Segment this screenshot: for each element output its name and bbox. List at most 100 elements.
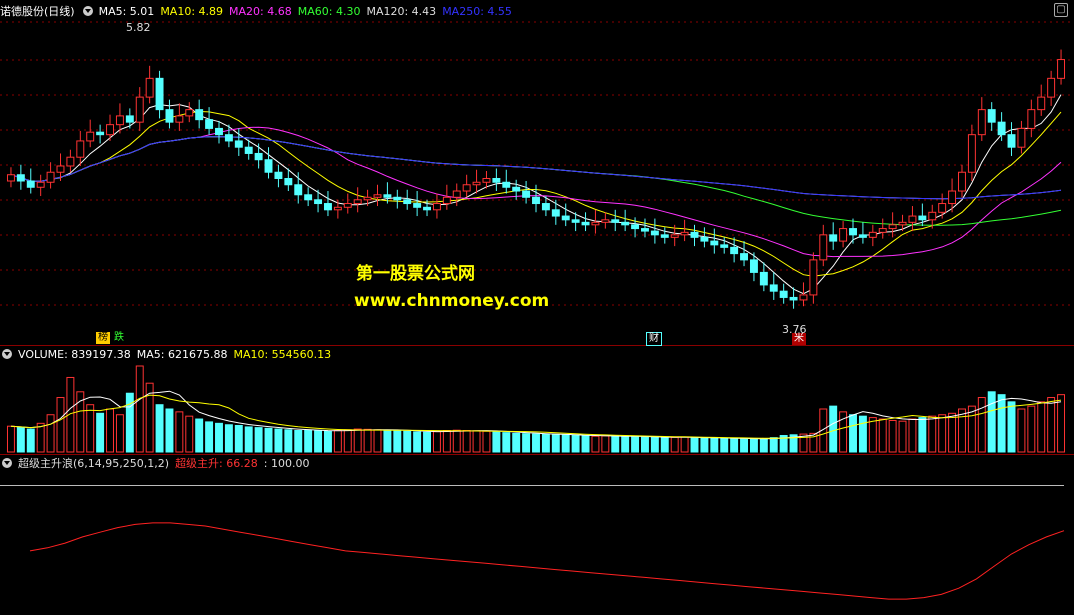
tag-mi[interactable]: 米	[792, 333, 806, 345]
candle-body	[125, 115, 134, 123]
candle-body	[670, 234, 679, 238]
candle-body	[234, 140, 243, 148]
candle-body	[710, 240, 719, 246]
candle-body	[244, 146, 253, 154]
volume-bar	[849, 414, 857, 453]
volume-bar	[264, 427, 273, 453]
volume-bar	[403, 430, 412, 453]
tag-cai[interactable]: 财	[646, 332, 662, 346]
volume-bar	[413, 431, 422, 453]
candle-body	[551, 209, 560, 217]
volume-bar	[759, 438, 768, 453]
candle-body	[66, 156, 75, 167]
candle-body	[888, 224, 897, 230]
candle-body	[581, 221, 590, 226]
volume-bar	[205, 421, 214, 453]
candle-body	[809, 259, 818, 296]
volume-bar	[244, 426, 253, 453]
candle-body	[145, 77, 154, 98]
candle-body	[373, 194, 382, 198]
candle-body	[46, 171, 55, 183]
candle-body	[423, 206, 431, 211]
tag-die[interactable]: 跌	[112, 332, 126, 344]
volume-bar	[977, 397, 986, 453]
volume-bar	[224, 424, 233, 453]
tag-bang[interactable]: 榜	[96, 332, 110, 344]
volume-bar	[482, 430, 491, 453]
candle-body	[541, 203, 550, 211]
volume-bar	[967, 405, 976, 453]
candle-body	[452, 190, 461, 198]
candle-body	[660, 234, 669, 238]
volume-bar	[472, 430, 481, 453]
volume-bar	[888, 419, 897, 453]
candle-body	[948, 190, 957, 205]
volume-bar	[571, 435, 580, 453]
volume-bar	[591, 435, 600, 453]
volume-bar	[373, 429, 382, 453]
volume-bar	[1027, 405, 1036, 453]
candle-body	[819, 234, 828, 261]
volume-bar	[284, 429, 293, 453]
candle-body	[155, 77, 164, 111]
volume-bar	[938, 414, 947, 453]
volume-bar	[135, 365, 144, 453]
candle-body	[403, 199, 412, 205]
volume-bar	[442, 430, 451, 453]
volume-bar	[650, 436, 659, 453]
candle-body	[512, 186, 521, 192]
volume-bar	[16, 427, 25, 453]
volume-bar	[353, 428, 362, 453]
volume-bar	[155, 404, 164, 453]
volume-bar	[234, 424, 243, 453]
volume-bar	[720, 437, 729, 453]
candle-body	[730, 246, 739, 255]
volume-bar	[1047, 397, 1056, 453]
indicator-line	[29, 522, 1065, 600]
candle-body	[205, 119, 214, 129]
candle-body	[294, 184, 303, 196]
candle-body	[532, 196, 540, 205]
volume-bar	[581, 435, 590, 453]
candle-body	[611, 219, 620, 223]
volume-bar	[522, 433, 531, 453]
volume-bar	[997, 394, 1006, 453]
volume-bar	[423, 431, 431, 453]
volume-bar	[115, 414, 124, 453]
candle-body	[1027, 109, 1036, 129]
volume-bar	[393, 430, 402, 453]
watermark-line1: 第一股票公式网	[356, 264, 475, 284]
candle-body	[779, 290, 788, 298]
candle-body	[849, 228, 857, 236]
candle-body	[482, 178, 491, 183]
candle-body	[1037, 96, 1046, 111]
candle-body	[829, 234, 838, 242]
candle-body	[789, 296, 798, 301]
volume-bar	[740, 438, 749, 453]
candle-body	[1007, 134, 1016, 148]
candle-body	[165, 109, 174, 123]
candle-body	[492, 178, 501, 183]
volume-bar	[641, 436, 649, 453]
volume-bar	[512, 432, 521, 453]
candle-body	[185, 109, 194, 117]
volume-bar	[601, 435, 610, 453]
candle-body	[462, 184, 471, 192]
volume-bar	[165, 408, 174, 453]
volume-bar	[680, 436, 689, 453]
volume-bar	[363, 428, 372, 453]
candle-body	[195, 109, 204, 121]
candle-body	[680, 231, 689, 236]
candle-body	[977, 109, 986, 136]
volume-bar	[106, 408, 114, 453]
volume-bar	[6, 425, 15, 453]
volume-bar	[56, 397, 65, 453]
candle-body	[76, 140, 85, 158]
volume-bar	[492, 431, 501, 453]
candle-body	[749, 259, 758, 273]
volume-bar	[868, 417, 877, 453]
volume-bar	[551, 434, 560, 453]
candle-body	[878, 228, 887, 233]
candle-body	[918, 215, 927, 221]
volume-bar	[185, 415, 194, 453]
